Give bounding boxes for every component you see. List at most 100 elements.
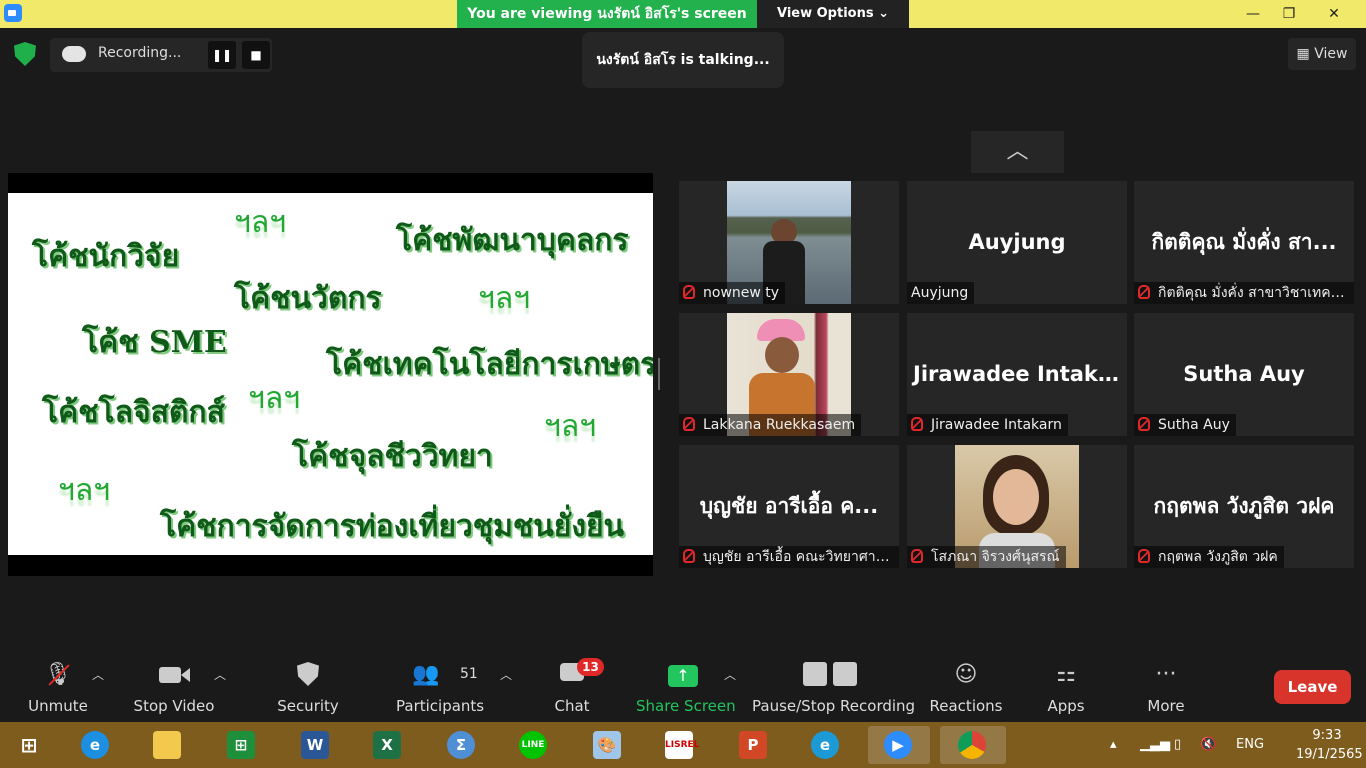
scroll-up-chevron-icon[interactable]: ︿ — [971, 131, 1064, 173]
slide-etc: ฯลฯ — [234, 205, 287, 240]
file-explorer-icon[interactable] — [144, 726, 190, 764]
calculator-app-icon[interactable]: Σ — [438, 726, 484, 764]
slide-item: โค้ชโลจิสติกส์ — [42, 395, 225, 430]
view-layout-button[interactable]: ▦ View — [1288, 38, 1356, 70]
share-screen-button[interactable]: ↑ Share Screen — [636, 646, 736, 722]
mic-muted-icon — [1138, 285, 1150, 299]
apps-label: Apps — [1047, 697, 1085, 715]
participant-tile[interactable]: Auyjung Auyjung — [907, 181, 1127, 304]
security-button[interactable]: Security — [270, 646, 346, 722]
participant-name: Sutha Auy — [1134, 414, 1236, 436]
battery-icon[interactable]: ▯ — [1174, 722, 1181, 768]
viewing-screen-label: You are viewing นงรัตน์ อิสโร's screen — [457, 0, 757, 28]
excel-icon[interactable]: X — [364, 726, 410, 764]
share-screen-icon: ↑ — [666, 662, 700, 688]
pause-stop-icon — [800, 662, 860, 688]
lisrel-app-icon[interactable]: LISREL — [656, 726, 702, 764]
participant-tile[interactable]: บุญชัย อารีเอื้อ ค... บุญชัย อารีเอื้อ ค… — [679, 445, 899, 568]
participants-options-chevron-icon[interactable]: ︿ — [500, 666, 512, 683]
view-options-button[interactable]: View Options ⌄ — [757, 0, 909, 28]
grid-icon: ▦ — [1296, 46, 1315, 62]
video-camera-icon — [157, 662, 191, 688]
video-options-chevron-icon[interactable]: ︿ — [214, 666, 226, 683]
more-button[interactable]: ··· More — [1136, 646, 1196, 722]
minimize-button[interactable]: — — [1233, 0, 1273, 28]
chrome-browser-icon[interactable] — [940, 726, 1006, 764]
apps-button[interactable]: ⚏ Apps — [1036, 646, 1096, 722]
participant-tile[interactable]: nownew ty — [679, 181, 899, 304]
mic-muted-icon — [1138, 417, 1150, 431]
shared-slide: โค้ชนักวิจัย โค้ชพัฒนาบุคลกร โค้ชนวัตกร … — [8, 193, 653, 555]
cloud-record-icon — [62, 46, 86, 62]
edge-browser-icon[interactable]: e — [802, 726, 848, 764]
line-app-icon[interactable]: LINE — [510, 726, 556, 764]
tray-overflow-chevron-icon[interactable]: ▴ — [1110, 722, 1117, 768]
powerpoint-icon[interactable]: P — [730, 726, 776, 764]
participants-button[interactable]: 👥 51 Participants — [396, 646, 484, 722]
unmute-button[interactable]: 🎙 Unmute — [18, 646, 98, 722]
share-screen-label: Share Screen — [636, 697, 736, 715]
participant-name: กฤตพล วังภูสิต วฝค — [1134, 546, 1284, 568]
stop-video-label: Stop Video — [133, 697, 215, 715]
audio-options-chevron-icon[interactable]: ︿ — [92, 666, 104, 683]
network-signal-icon[interactable]: ▁▃▅ — [1140, 722, 1170, 768]
share-options-chevron-icon[interactable]: ︿ — [724, 666, 736, 683]
system-clock[interactable]: 9:33 19/1/2565 — [1296, 726, 1363, 764]
pause-stop-label: Pause/Stop Recording — [752, 697, 916, 715]
security-shield-icon — [291, 662, 325, 688]
participant-tile[interactable]: Lakkana Ruekkasaem — [679, 313, 899, 436]
sharing-banner: You are viewing นงรัตน์ อิสโร's screen V… — [0, 0, 1366, 28]
stop-recording-button[interactable]: ■ — [242, 41, 270, 69]
more-dots-icon: ··· — [1155, 662, 1177, 687]
windows-start-icon[interactable]: ⊞ — [6, 726, 52, 764]
pause-recording-button[interactable]: ❚❚ — [208, 41, 236, 69]
reactions-button[interactable]: ☺ Reactions — [928, 646, 1004, 722]
slide-item: โค้ช SME — [82, 325, 227, 360]
participant-name: Lakkana Ruekkasaem — [679, 414, 862, 436]
stop-video-button[interactable]: Stop Video — [132, 646, 216, 722]
slide-item: โค้ชนวัตกร — [234, 281, 382, 316]
mic-muted-icon — [683, 417, 695, 431]
meeting-toolbar: 🎙 Unmute ︿ Stop Video ︿ Security 👥 51 Pa… — [0, 646, 1366, 722]
mic-muted-icon — [683, 285, 695, 299]
internet-explorer-icon[interactable]: e — [72, 726, 118, 764]
mic-muted-icon — [911, 549, 923, 563]
close-button[interactable]: ✕ — [1314, 0, 1354, 28]
shared-screen: โค้ชนักวิจัย โค้ชพัฒนาบุคลกร โค้ชนวัตกร … — [8, 173, 653, 576]
security-label: Security — [277, 697, 339, 715]
participant-tile[interactable]: กิตติคุณ มั่งคั่ง สา... กิตติคุณ มั่งคั่… — [1134, 181, 1354, 304]
participant-tile[interactable]: Sutha Auy Sutha Auy — [1134, 313, 1354, 436]
slide-item: โค้ชเทคโนโลยีการเกษตร — [326, 347, 653, 382]
zoom-app-icon[interactable]: ▶ — [868, 726, 930, 764]
microsoft-store-icon[interactable]: ⊞ — [218, 726, 264, 764]
participant-name: Jirawadee Intakarn — [907, 414, 1068, 436]
participant-name: บุญชัย อารีเอื้อ คณะวิทยาศาส... — [679, 546, 899, 568]
pause-stop-recording-button[interactable]: Pause/Stop Recording — [752, 646, 916, 722]
participants-count: 51 — [460, 666, 478, 682]
speaker-muted-icon[interactable]: 🔇 — [1200, 722, 1216, 768]
maximize-button[interactable]: ❐ — [1269, 0, 1309, 28]
word-icon[interactable]: W — [292, 726, 338, 764]
unmute-label: Unmute — [28, 697, 88, 715]
leave-button[interactable]: Leave — [1274, 670, 1351, 704]
view-label: View — [1314, 46, 1348, 62]
participant-name: Auyjung — [907, 282, 975, 304]
mic-muted-icon: 🎙 — [41, 662, 75, 688]
slide-item: โค้ชนักวิจัย — [32, 239, 180, 274]
mic-muted-icon — [683, 549, 695, 563]
reactions-smiley-icon: ☺ — [954, 662, 978, 687]
participant-tile[interactable]: โสภณา จิรวงศ์นุสรณ์ — [907, 445, 1127, 568]
slide-item: โค้ชจุลชีววิทยา — [292, 439, 493, 474]
participant-tile[interactable]: กฤตพล วังภูสิต วฝค กฤตพล วังภูสิต วฝค — [1134, 445, 1354, 568]
recording-label: Recording... — [98, 45, 182, 61]
apps-icon: ⚏ — [1056, 662, 1076, 687]
input-language[interactable]: ENG — [1236, 722, 1264, 768]
encryption-shield-icon[interactable] — [14, 42, 36, 66]
paint-app-icon[interactable]: 🎨 — [584, 726, 630, 764]
chat-label: Chat — [554, 697, 590, 715]
participant-name: โสภณา จิรวงศ์นุสรณ์ — [907, 546, 1066, 568]
participant-tile[interactable]: Jirawadee Intak... Jirawadee Intakarn — [907, 313, 1127, 436]
zoom-logo-icon — [4, 4, 22, 22]
participant-name: nownew ty — [679, 282, 786, 304]
split-divider-handle[interactable] — [658, 358, 660, 390]
